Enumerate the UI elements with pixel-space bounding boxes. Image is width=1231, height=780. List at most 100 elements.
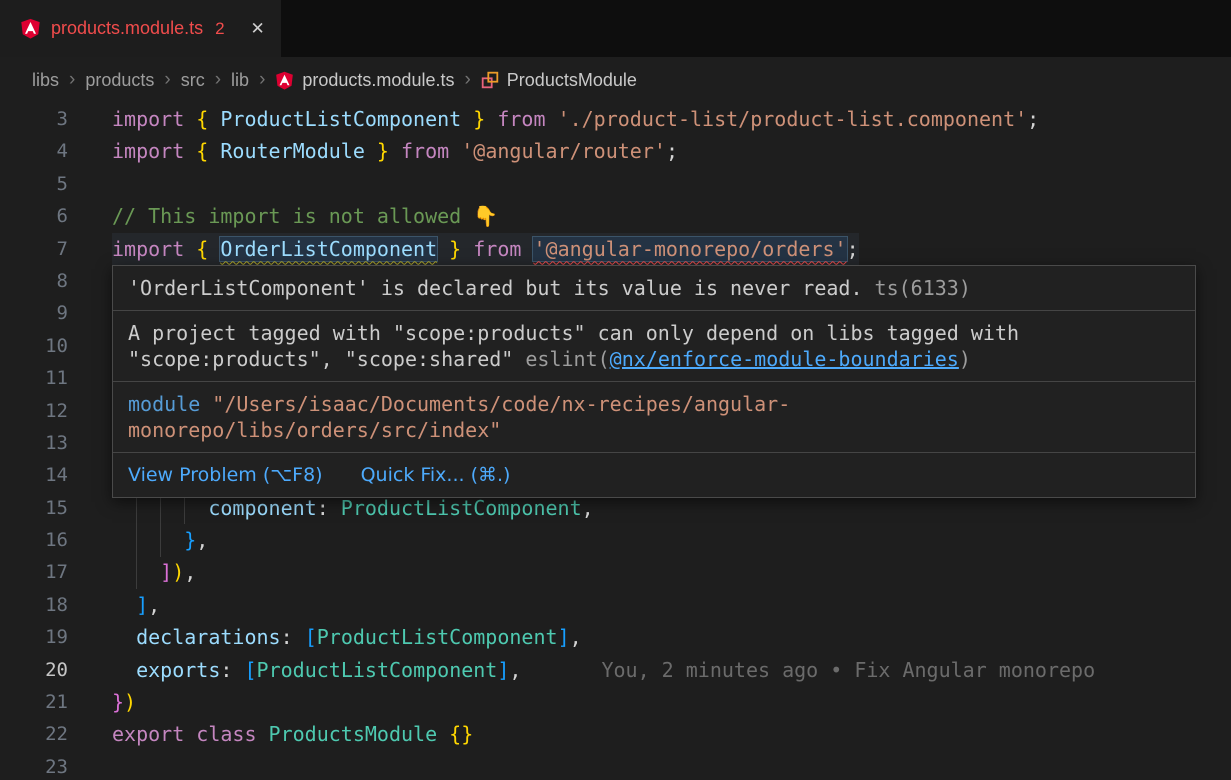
line-content[interactable]: import { OrderListComponent } from '@ang…: [112, 233, 859, 265]
code-token: [: [305, 625, 317, 649]
line-content[interactable]: declarations: [ProductListComponent],: [112, 621, 582, 653]
code-token: declarations: [136, 625, 281, 649]
code-line-22: 22 export class ProductsModule {}: [0, 718, 1231, 750]
line-number[interactable]: 20: [0, 654, 68, 686]
breadcrumb: libs › products › src › lib › products.m…: [0, 57, 1231, 103]
breadcrumb-item-lib[interactable]: lib: [231, 70, 249, 91]
pointing-down-emoji: 👇: [473, 204, 498, 228]
code-token: }: [437, 237, 473, 261]
view-problem-button[interactable]: View Problem (⌥F8): [128, 462, 323, 488]
line-number[interactable]: 22: [0, 718, 68, 750]
breadcrumb-item-products[interactable]: products: [85, 70, 154, 91]
ts-diagnostic-message: 'OrderListComponent' is declared but its…: [113, 266, 1195, 310]
line-number[interactable]: 4: [0, 135, 68, 167]
tab-bar: products.module.ts 2 ✕: [0, 0, 1231, 57]
line-number[interactable]: 17: [0, 556, 68, 588]
symbol-class-icon: [481, 71, 499, 89]
code-token: }: [365, 139, 401, 163]
angular-icon: [275, 71, 294, 90]
line-content[interactable]: exports: [ProductListComponent],You, 2 m…: [112, 654, 1095, 686]
close-icon[interactable]: ✕: [251, 19, 265, 39]
code-line-20: 20 exports: [ProductListComponent],You, …: [0, 654, 1231, 686]
hover-action-bar: View Problem (⌥F8) Quick Fix... (⌘.): [113, 452, 1195, 497]
chevron-right-icon: ›: [464, 69, 470, 91]
code-token: :: [220, 658, 244, 682]
code-token: }: [461, 107, 497, 131]
code-token: export class: [112, 722, 269, 746]
eslint-rule-link[interactable]: @nx/enforce-module-boundaries: [610, 347, 959, 371]
code-line-17: 17 ]),: [0, 556, 1231, 588]
code-token: ): [124, 690, 136, 714]
code-token: [112, 593, 136, 617]
line-number[interactable]: 13: [0, 427, 68, 459]
code-token: ;: [666, 139, 678, 163]
code-token: :: [281, 625, 305, 649]
breadcrumb-item-symbol[interactable]: ProductsModule: [481, 70, 637, 91]
line-number[interactable]: 9: [0, 297, 68, 329]
chevron-right-icon: ›: [164, 69, 170, 91]
code-line-21: 21}): [0, 686, 1231, 718]
line-number[interactable]: 11: [0, 362, 68, 394]
code-token: component: [208, 496, 316, 520]
breadcrumb-item-file[interactable]: products.module.ts: [275, 70, 454, 91]
line-number[interactable]: 19: [0, 621, 68, 653]
code-token: import: [112, 237, 196, 261]
code-token: ProductsModule: [269, 722, 438, 746]
line-content[interactable]: export class ProductsModule {}: [112, 718, 473, 750]
line-number[interactable]: 5: [0, 168, 68, 200]
breadcrumb-item-src[interactable]: src: [181, 70, 205, 91]
git-blame-annotation: You, 2 minutes ago • Fix Angular monorep…: [601, 658, 1095, 682]
code-token: {: [196, 237, 220, 261]
module-path-info: module "/Users/isaac/Documents/code/nx-r…: [113, 381, 1195, 452]
code-token: [437, 722, 449, 746]
eslint-message-scopes: "scope:products", "scope:shared": [128, 347, 525, 371]
line-content[interactable]: import { ProductListComponent } from './…: [112, 103, 1039, 135]
line-content[interactable]: ],: [112, 589, 160, 621]
line-number[interactable]: 14: [0, 459, 68, 491]
code-editor[interactable]: 3 import { ProductListComponent } from '.…: [0, 103, 1231, 780]
line-content[interactable]: import { RouterModule } from '@angular/r…: [112, 135, 678, 167]
code-token: exports: [136, 658, 220, 682]
quick-fix-button[interactable]: Quick Fix... (⌘.): [361, 462, 511, 488]
tab-products-module[interactable]: products.module.ts 2 ✕: [0, 0, 281, 57]
code-token: '@angular/router': [461, 139, 666, 163]
code-token: from: [473, 237, 533, 261]
code-token: ): [172, 560, 184, 584]
line-number[interactable]: 18: [0, 589, 68, 621]
code-token: ]: [160, 560, 172, 584]
code-token: // This import is not allowed: [112, 204, 473, 228]
line-number[interactable]: 15: [0, 492, 68, 524]
line-number[interactable]: 10: [0, 330, 68, 362]
code-token: [112, 528, 184, 552]
code-token: ,: [570, 625, 582, 649]
code-token: RouterModule: [220, 139, 365, 163]
eslint-message-line1: A project tagged with "scope:products" c…: [128, 320, 1180, 346]
line-number[interactable]: 12: [0, 395, 68, 427]
line-number[interactable]: 21: [0, 686, 68, 718]
code-line-18: 18 ],: [0, 589, 1231, 621]
module-path-string-2: monorepo/libs/orders/src/index": [128, 418, 501, 442]
breadcrumb-symbol-label: ProductsModule: [507, 70, 637, 91]
code-token: from: [401, 139, 461, 163]
code-token: ,: [509, 658, 521, 682]
code-token: ]: [136, 593, 148, 617]
code-token: ]: [558, 625, 570, 649]
line-content[interactable]: }): [112, 686, 136, 718]
line-number[interactable]: 8: [0, 265, 68, 297]
breadcrumb-file-label: products.module.ts: [302, 70, 454, 91]
code-token: [112, 658, 136, 682]
line-number[interactable]: 6: [0, 200, 68, 232]
breadcrumb-item-libs[interactable]: libs: [32, 70, 59, 91]
line-content[interactable]: // This import is not allowed 👇: [112, 200, 498, 232]
line-content[interactable]: ]),: [112, 556, 196, 588]
code-token: ProductListComponent: [257, 658, 498, 682]
line-number[interactable]: 23: [0, 751, 68, 780]
module-path-string-1: "/Users/isaac/Documents/code/nx-recipes/…: [200, 392, 790, 416]
eslint-diagnostic-message: A project tagged with "scope:products" c…: [113, 310, 1195, 381]
line-number[interactable]: 16: [0, 524, 68, 556]
line-number[interactable]: 3: [0, 103, 68, 135]
code-line-23: 23: [0, 751, 1231, 780]
code-line-3: 3 import { ProductListComponent } from '.…: [0, 103, 1231, 135]
line-number[interactable]: 7: [0, 233, 68, 265]
code-token: {: [196, 107, 220, 131]
